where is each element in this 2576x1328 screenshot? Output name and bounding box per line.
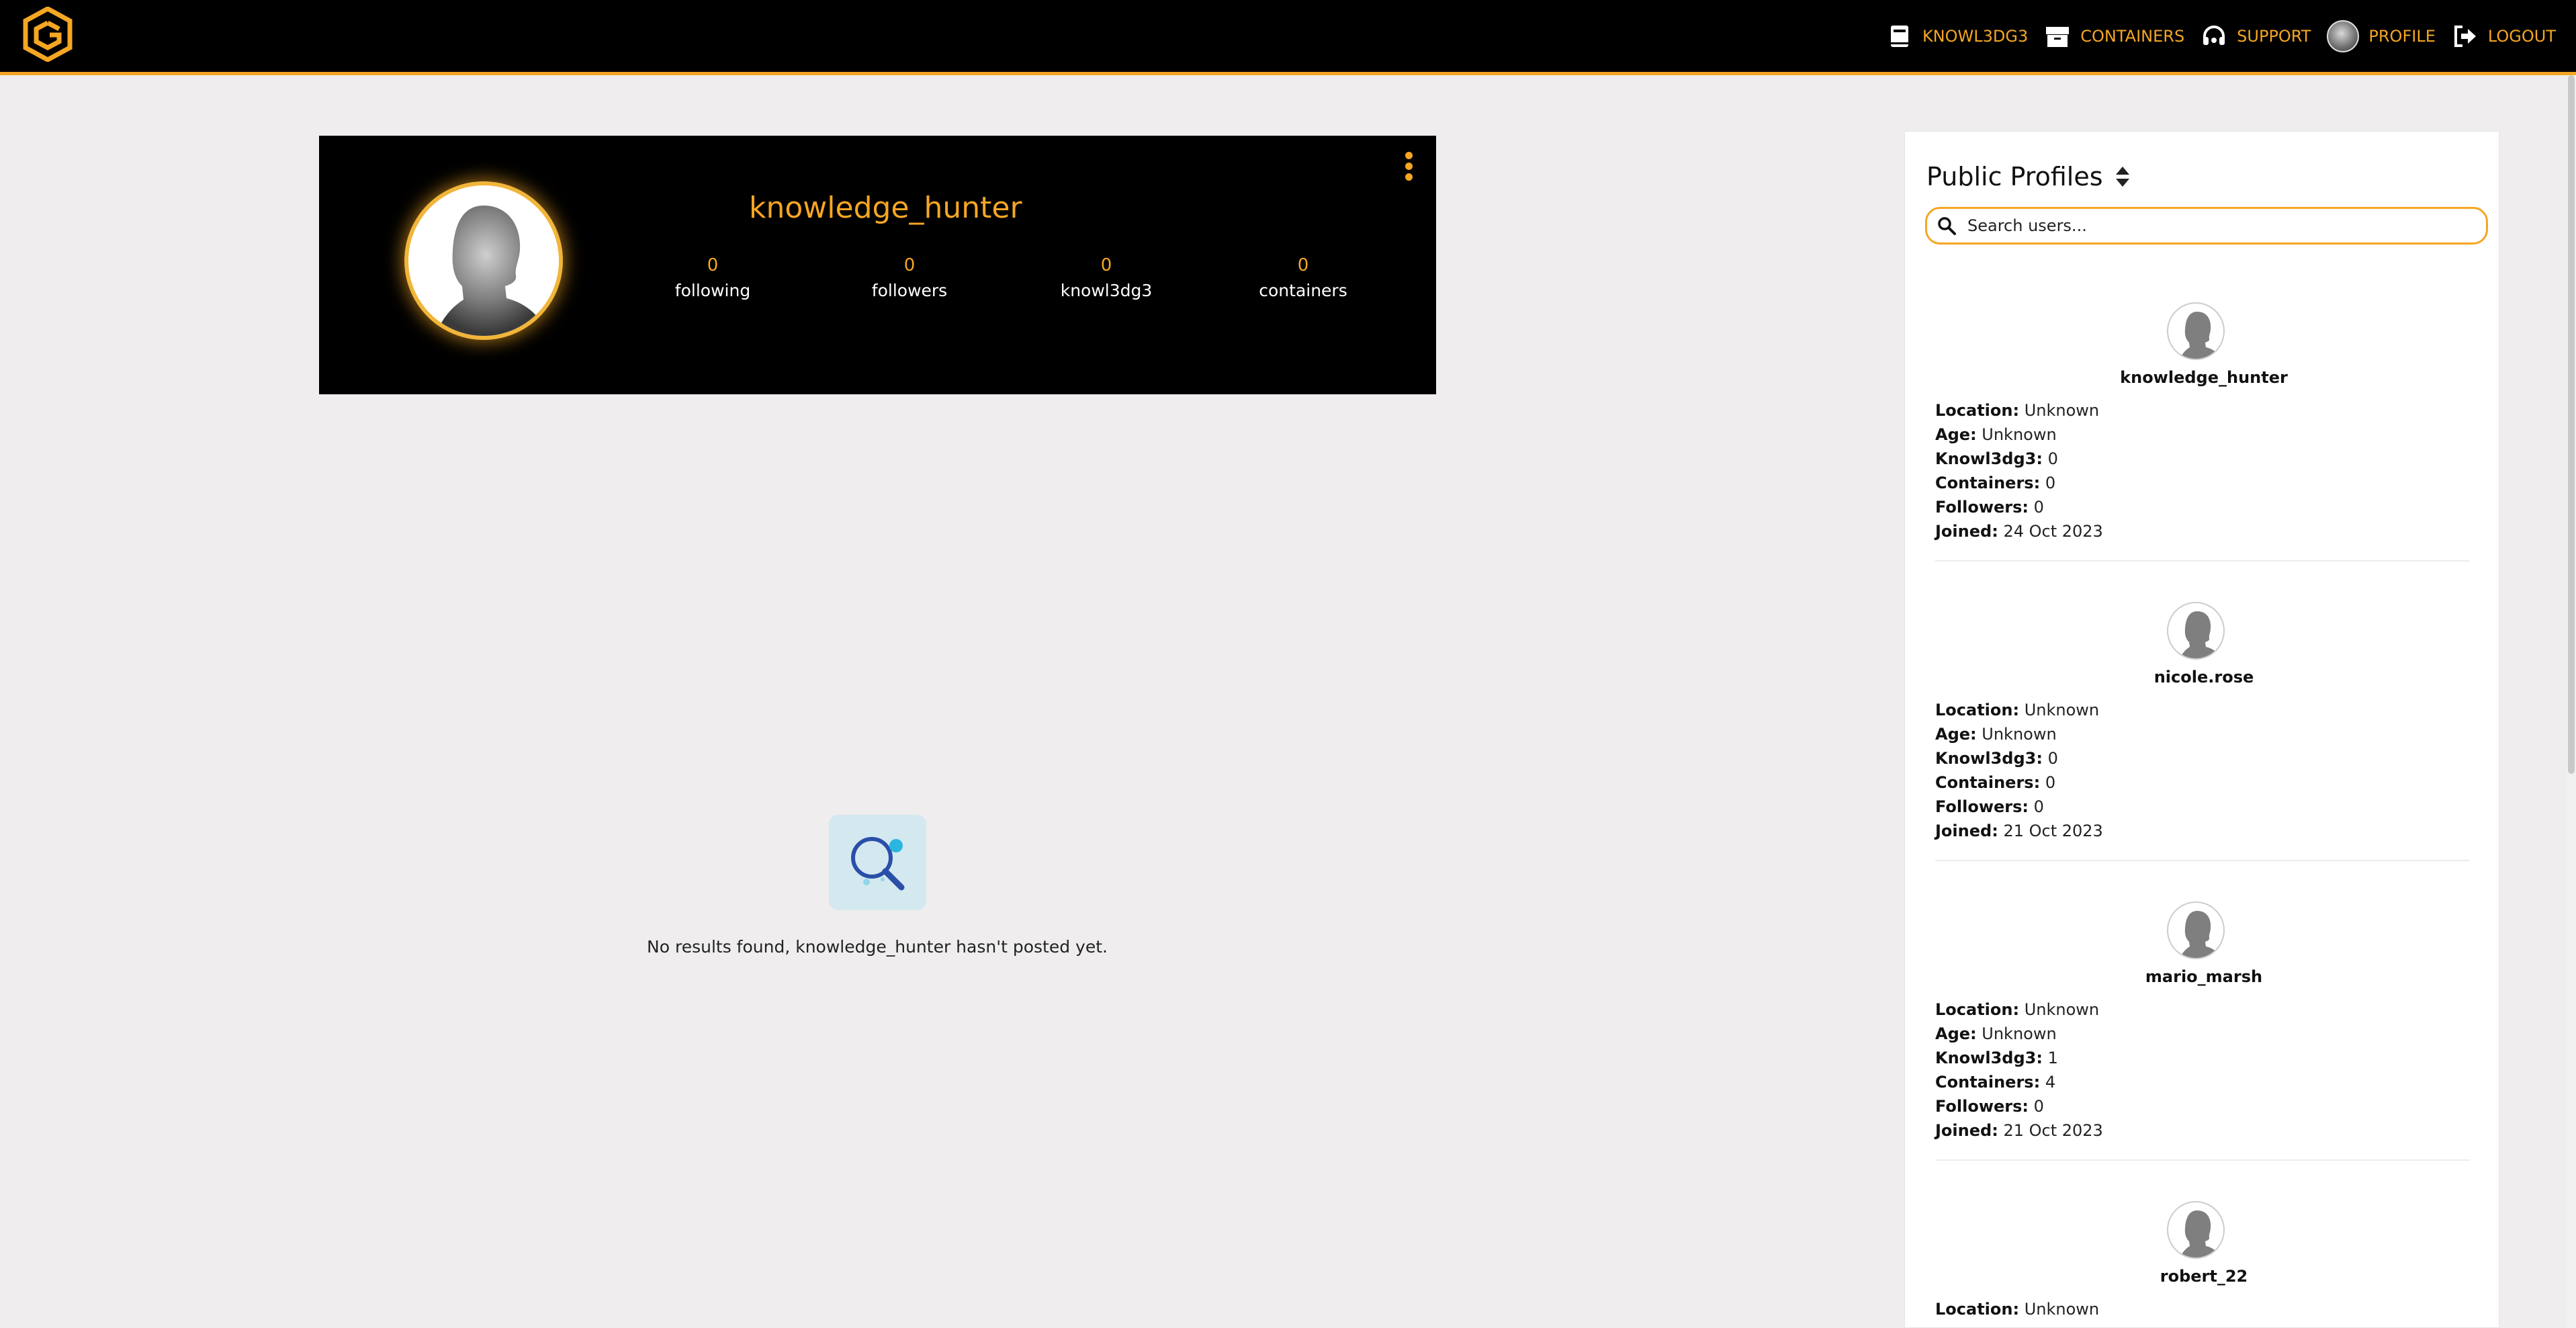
stat-followers[interactable]: 0 followers	[822, 255, 997, 300]
meta-age: Age: Unknown	[1935, 1024, 2057, 1043]
sidebar-title: Public Profiles	[1926, 162, 2130, 191]
meta-joined: Joined: 24 Oct 2023	[1935, 522, 2103, 541]
empty-state-message: No results found, knowledge_hunter hasn'…	[647, 937, 1108, 957]
logo-icon[interactable]	[23, 7, 73, 62]
user-details: Location: Unknown	[1935, 1297, 2473, 1321]
avatar[interactable]	[2167, 602, 2225, 660]
stat-containers-value: 0	[1297, 255, 1309, 275]
meta-knowl3dg3: Knowl3dg3: 0	[1935, 749, 2058, 768]
stat-followers-label: followers	[871, 281, 948, 300]
user-name[interactable]: knowledge_hunter	[1935, 368, 2473, 387]
search-input[interactable]	[1967, 216, 2478, 235]
meta-location: Location: Unknown	[1935, 1000, 2100, 1019]
user-name[interactable]: nicole.rose	[1935, 668, 2473, 687]
sort-icon[interactable]	[2115, 165, 2130, 188]
avatar[interactable]	[2167, 1201, 2225, 1259]
divider	[1935, 560, 2470, 562]
meta-knowl3dg3: Knowl3dg3: 1	[1935, 1049, 2058, 1067]
headset-icon	[2203, 25, 2225, 45]
magnifier-icon	[851, 837, 905, 891]
stat-containers[interactable]: 0 containers	[1216, 255, 1390, 300]
divider	[1935, 1159, 2470, 1161]
avatar	[2327, 19, 2360, 52]
user-name[interactable]: robert_22	[1935, 1267, 2473, 1286]
user-search-box[interactable]	[1925, 207, 2488, 245]
meta-containers: Containers: 0	[1935, 474, 2056, 492]
main-nav: KNOWL3DG3 CONTAINERS SUPPORT PROFILE LOG…	[1886, 0, 2556, 72]
avatar[interactable]	[2167, 901, 2225, 959]
nav-logout[interactable]: LOGOUT	[2452, 23, 2556, 50]
nav-containers-label: CONTAINERS	[2080, 26, 2185, 46]
meta-knowl3dg3: Knowl3dg3: 0	[1935, 449, 2058, 468]
stat-following-label: following	[674, 281, 751, 300]
nav-support[interactable]: SUPPORT	[2201, 23, 2311, 50]
scrollbar-thumb[interactable]	[2568, 75, 2575, 774]
search-icon	[1938, 217, 1956, 235]
stat-knowl3dg3[interactable]: 0 knowl3dg3	[1019, 255, 1194, 300]
profile-stats: 0 following 0 followers 0 knowl3dg3 0 co…	[319, 255, 1436, 309]
page-scrollbar[interactable]	[2567, 75, 2576, 1328]
more-options-icon[interactable]	[1404, 152, 1413, 181]
meta-followers: Followers: 0	[1935, 797, 2044, 816]
stat-knowl3dg3-value: 0	[1100, 255, 1112, 275]
stat-following[interactable]: 0 following	[625, 255, 800, 300]
stat-knowl3dg3-label: knowl3dg3	[1060, 281, 1153, 300]
nav-support-label: SUPPORT	[2237, 26, 2311, 46]
nav-logout-label: LOGOUT	[2487, 26, 2556, 46]
avatar[interactable]	[2167, 302, 2225, 360]
meta-location: Location: Unknown	[1935, 1300, 2100, 1319]
public-profiles-sidebar: Public Profiles knowledge_hunter Locatio…	[1904, 131, 2499, 1328]
sidebar-title-text: Public Profiles	[1926, 162, 2103, 191]
profile-username: knowledge_hunter	[749, 191, 1022, 225]
user-name[interactable]: mario_marsh	[1935, 967, 2473, 986]
empty-state-illustration	[829, 815, 926, 910]
stat-followers-value: 0	[903, 255, 916, 275]
meta-age: Age: Unknown	[1935, 425, 2057, 444]
user-details: Location: Unknown Age: Unknown Knowl3dg3…	[1935, 698, 2473, 843]
nav-profile-label: PROFILE	[2368, 26, 2436, 46]
meta-age: Age: Unknown	[1935, 725, 2057, 744]
profile-header-card: knowledge_hunter 0 following 0 followers…	[319, 136, 1436, 394]
stat-containers-label: containers	[1259, 281, 1347, 300]
user-details: Location: Unknown Age: Unknown Knowl3dg3…	[1935, 998, 2473, 1143]
meta-containers: Containers: 4	[1935, 1073, 2056, 1092]
meta-containers: Containers: 0	[1935, 773, 2056, 792]
logout-icon	[2454, 25, 2476, 47]
nav-profile[interactable]: PROFILE	[2327, 19, 2436, 52]
meta-joined: Joined: 21 Oct 2023	[1935, 822, 2103, 840]
meta-location: Location: Unknown	[1935, 401, 2100, 420]
nav-containers[interactable]: CONTAINERS	[2044, 23, 2184, 50]
meta-location: Location: Unknown	[1935, 701, 2100, 719]
nav-knowl3dg3[interactable]: KNOWL3DG3	[1886, 23, 2028, 50]
book-icon	[1890, 25, 1908, 47]
user-details: Location: Unknown Age: Unknown Knowl3dg3…	[1935, 398, 2473, 543]
nav-knowl3dg3-label: KNOWL3DG3	[1922, 26, 2029, 46]
divider	[1935, 860, 2470, 861]
meta-followers: Followers: 0	[1935, 498, 2044, 517]
stat-following-value: 0	[707, 255, 719, 275]
meta-followers: Followers: 0	[1935, 1097, 2044, 1116]
top-navigation-bar: KNOWL3DG3 CONTAINERS SUPPORT PROFILE LOG…	[0, 0, 2576, 75]
box-icon	[2046, 26, 2070, 47]
meta-joined: Joined: 21 Oct 2023	[1935, 1121, 2103, 1140]
